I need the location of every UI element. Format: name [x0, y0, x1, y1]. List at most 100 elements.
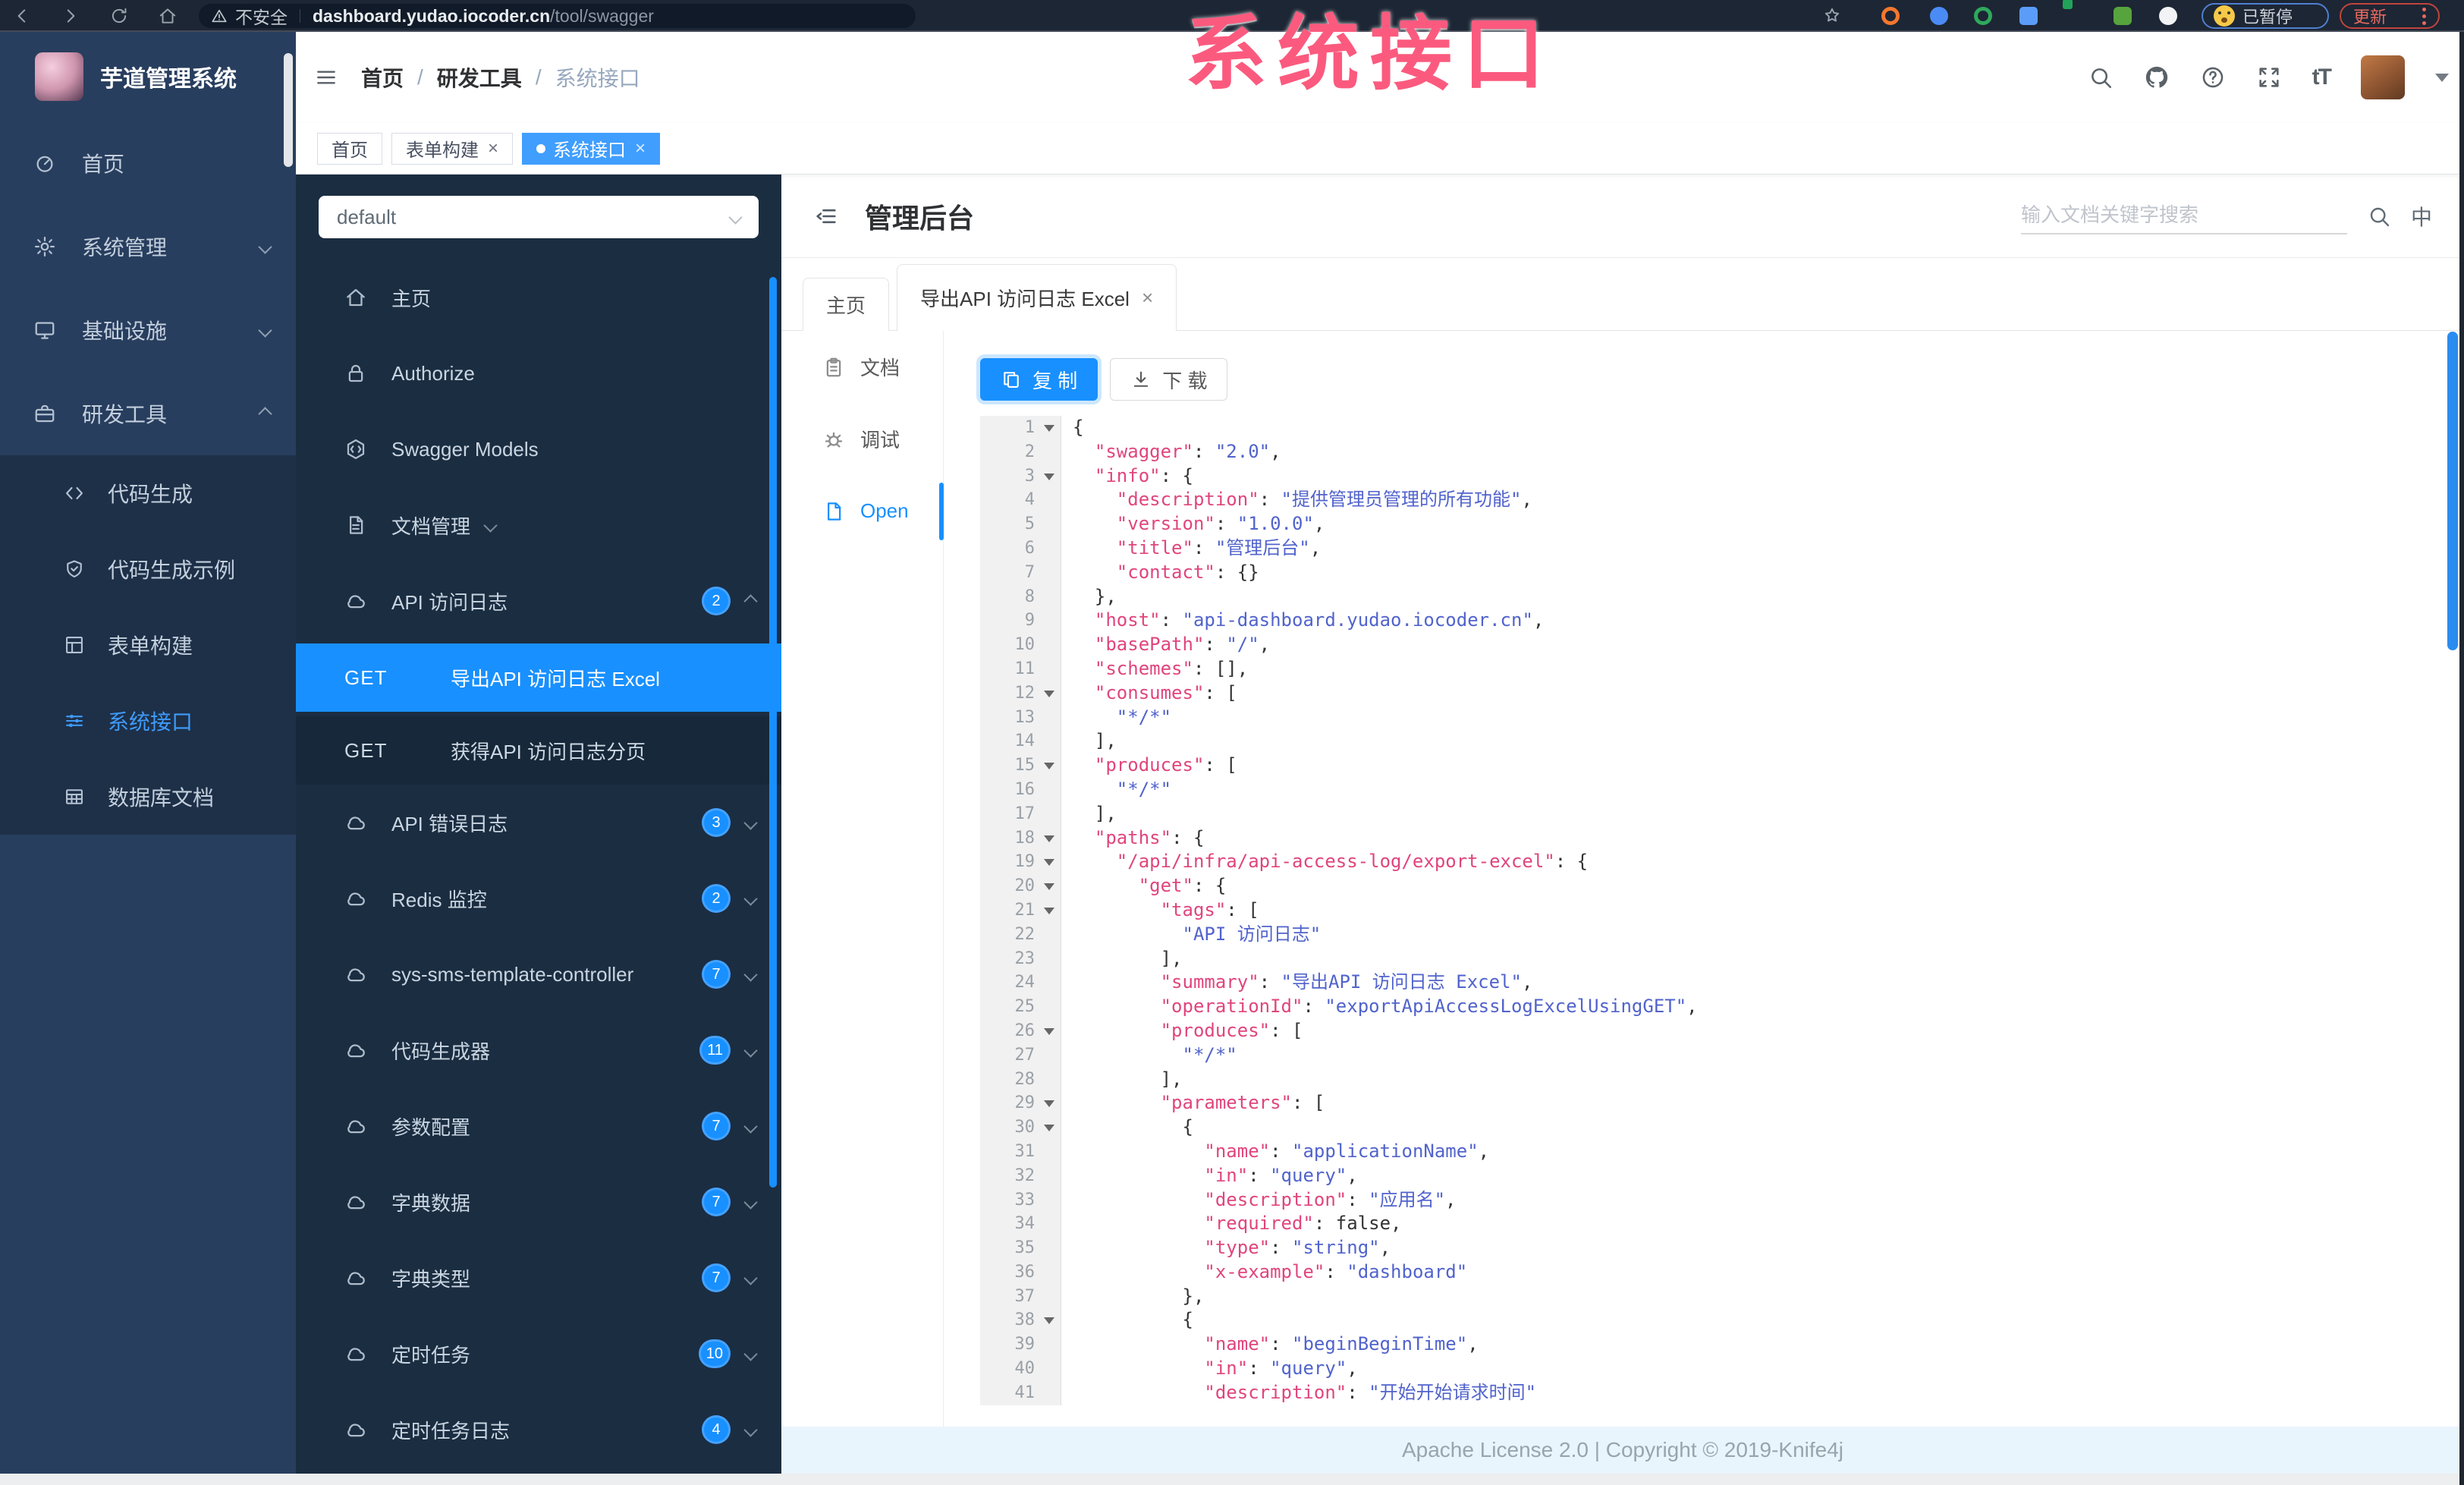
menu-collapse-icon[interactable]	[314, 65, 338, 90]
sidebar-item-1[interactable]: 系统管理	[0, 205, 296, 288]
breadcrumb-separator: /	[417, 65, 423, 89]
doc-search-icon[interactable]	[2367, 204, 2391, 228]
code-line: 4 "description": "提供管理员管理的所有功能",	[980, 488, 2441, 512]
browser-forward-icon[interactable]	[61, 6, 80, 26]
language-toggle-icon[interactable]: 中	[2411, 201, 2432, 231]
api-tree-item-15[interactable]: 定时任务日志 4	[296, 1392, 781, 1468]
fold-caret-icon[interactable]	[1035, 850, 1061, 874]
sidebar-subitem-4[interactable]: 数据库文档	[0, 759, 296, 835]
download-button[interactable]: 下 载	[1110, 358, 1228, 401]
fold-gutter	[1035, 1285, 1061, 1309]
copy-button[interactable]: 复 制	[980, 358, 1098, 401]
json-code-editor[interactable]: 1{2 "swagger": "2.0", 3 "info": {4 "descr…	[980, 416, 2441, 1405]
api-tree-item-9[interactable]: sys-sms-template-controller 7	[296, 936, 781, 1012]
search-icon[interactable]	[2088, 64, 2114, 90]
fold-caret-icon[interactable]	[1035, 754, 1061, 778]
doc-nav-调试[interactable]: 调试	[781, 403, 943, 475]
sidebar-subitem-3[interactable]: 系统接口	[0, 683, 296, 759]
doc-tab-0[interactable]: 主页	[803, 278, 890, 331]
api-tree-item-10[interactable]: 代码生成器 11	[296, 1012, 781, 1088]
tag-close-icon[interactable]: ×	[488, 138, 498, 159]
chevron-down-icon	[258, 322, 272, 338]
fold-caret-icon[interactable]	[1035, 1091, 1061, 1115]
extension-icon[interactable]	[2114, 7, 2132, 25]
main-scrollbar[interactable]	[2447, 332, 2458, 650]
sidebar-scrollbar[interactable]	[284, 53, 293, 167]
tag-active[interactable]: 系统接口 ×	[522, 132, 661, 165]
fold-caret-icon[interactable]	[1035, 898, 1061, 923]
browser-menu-icon[interactable]	[2422, 7, 2426, 25]
sidebar-item-2[interactable]: 基础设施	[0, 288, 296, 372]
api-tree-item-8[interactable]: Redis 监控 2	[296, 860, 781, 936]
api-tree-item-12[interactable]: 字典数据 7	[296, 1164, 781, 1240]
github-icon[interactable]	[2144, 64, 2170, 90]
api-tree-item-1[interactable]: Authorize	[296, 335, 781, 411]
sidebar-item-3[interactable]: 研发工具	[0, 372, 296, 455]
fold-caret-icon[interactable]	[1035, 1308, 1061, 1332]
tag-item[interactable]: 表单构建 ×	[391, 132, 514, 165]
breadcrumb-item[interactable]: 首页	[361, 62, 404, 93]
extension-icon[interactable]	[1930, 7, 1948, 25]
api-tree-item-2[interactable]: Swagger Models	[296, 411, 781, 487]
api-tree-item-4[interactable]: API 访问日志 2	[296, 563, 781, 639]
doc-search-input[interactable]	[2020, 197, 2347, 234]
sidebar-subitem-0[interactable]: 代码生成	[0, 455, 296, 531]
url-path[interactable]: /tool/swagger	[550, 6, 654, 27]
sidebar-logo-row[interactable]: 芋道管理系统	[0, 32, 296, 121]
api-tree-item-0[interactable]: 主页	[296, 260, 781, 335]
extension-icon[interactable]	[2159, 7, 2177, 25]
code-text: "info": {	[1094, 464, 1193, 486]
browser-reload-icon[interactable]	[109, 6, 129, 26]
api-tree-item-11[interactable]: 参数配置 7	[296, 1088, 781, 1164]
url-host[interactable]: dashboard.yudao.iocoder.cn	[313, 6, 550, 27]
sidebar-subitem-1[interactable]: 代码生成示例	[0, 531, 296, 607]
help-icon[interactable]	[2200, 64, 2226, 90]
fullscreen-icon[interactable]	[2256, 64, 2282, 90]
fold-caret-icon[interactable]	[1035, 464, 1061, 489]
api-tree-item-16[interactable]: 岗位7	[296, 1468, 781, 1474]
browser-back-icon[interactable]	[12, 6, 32, 26]
browser-update-button[interactable]: 更新	[2340, 3, 2440, 29]
doc-tab-active[interactable]: 导出API 访问日志 Excel ×	[897, 264, 1177, 331]
api-tree-item-14[interactable]: 定时任务 10	[296, 1316, 781, 1392]
extension-icon[interactable]	[1974, 7, 1992, 25]
api-tree-item-3[interactable]: 文档管理	[296, 487, 781, 563]
user-avatar[interactable]	[2361, 55, 2405, 99]
api-operation-6[interactable]: GET 获得API 访问日志分页	[296, 716, 781, 785]
fold-caret-icon[interactable]	[1035, 826, 1061, 851]
tab-close-icon[interactable]: ×	[1142, 286, 1153, 310]
fold-caret-icon[interactable]	[1035, 681, 1061, 706]
api-tree-item-13[interactable]: 字典类型 7	[296, 1240, 781, 1316]
browser-home-icon[interactable]	[158, 6, 178, 26]
chevron-down-icon	[743, 1043, 758, 1058]
breadcrumb-item[interactable]: 研发工具	[437, 62, 522, 93]
fold-caret-icon[interactable]	[1035, 1019, 1061, 1043]
doc-nav-open[interactable]: Open	[781, 475, 943, 547]
sidebar-item-0[interactable]: 首页	[0, 121, 296, 205]
fold-caret-icon[interactable]	[1035, 416, 1061, 440]
tag-close-icon[interactable]: ×	[635, 138, 646, 159]
bookmark-star-icon[interactable]	[1822, 5, 1842, 25]
api-operation-active[interactable]: GET 导出API 访问日志 Excel	[296, 643, 781, 712]
extension-icon[interactable]	[2019, 7, 2038, 25]
api-tree-scrollbar[interactable]	[769, 277, 777, 1188]
doc-collapse-icon[interactable]	[813, 203, 839, 229]
api-tree-item-7[interactable]: API 错误日志 3	[296, 785, 781, 860]
api-tree-item-label: 定时任务	[391, 1343, 471, 1367]
fold-caret-icon[interactable]	[1035, 874, 1061, 898]
cloud-icon	[344, 963, 367, 986]
extension-icon[interactable]	[1881, 7, 1900, 25]
api-group-select[interactable]: default	[319, 196, 759, 238]
font-size-icon[interactable]: tT	[2312, 64, 2332, 90]
fold-caret-icon[interactable]	[1035, 1115, 1061, 1140]
address-bar[interactable]: 不安全 dashboard.yudao.iocoder.cn /tool/swa…	[199, 4, 916, 28]
profile-paused-badge[interactable]: 已暂停	[2202, 3, 2329, 29]
code-line: 32 "in": "query",	[980, 1164, 2441, 1188]
app-logo-icon	[35, 52, 83, 101]
tag-item[interactable]: 首页	[317, 132, 382, 165]
avatar-caret-icon[interactable]	[2435, 73, 2449, 82]
sidebar-subitem-2[interactable]: 表单构建	[0, 607, 296, 683]
security-label[interactable]: 不安全	[235, 3, 288, 29]
doc-nav-文档[interactable]: 文档	[781, 331, 943, 403]
code-text: {	[1073, 1309, 1193, 1331]
